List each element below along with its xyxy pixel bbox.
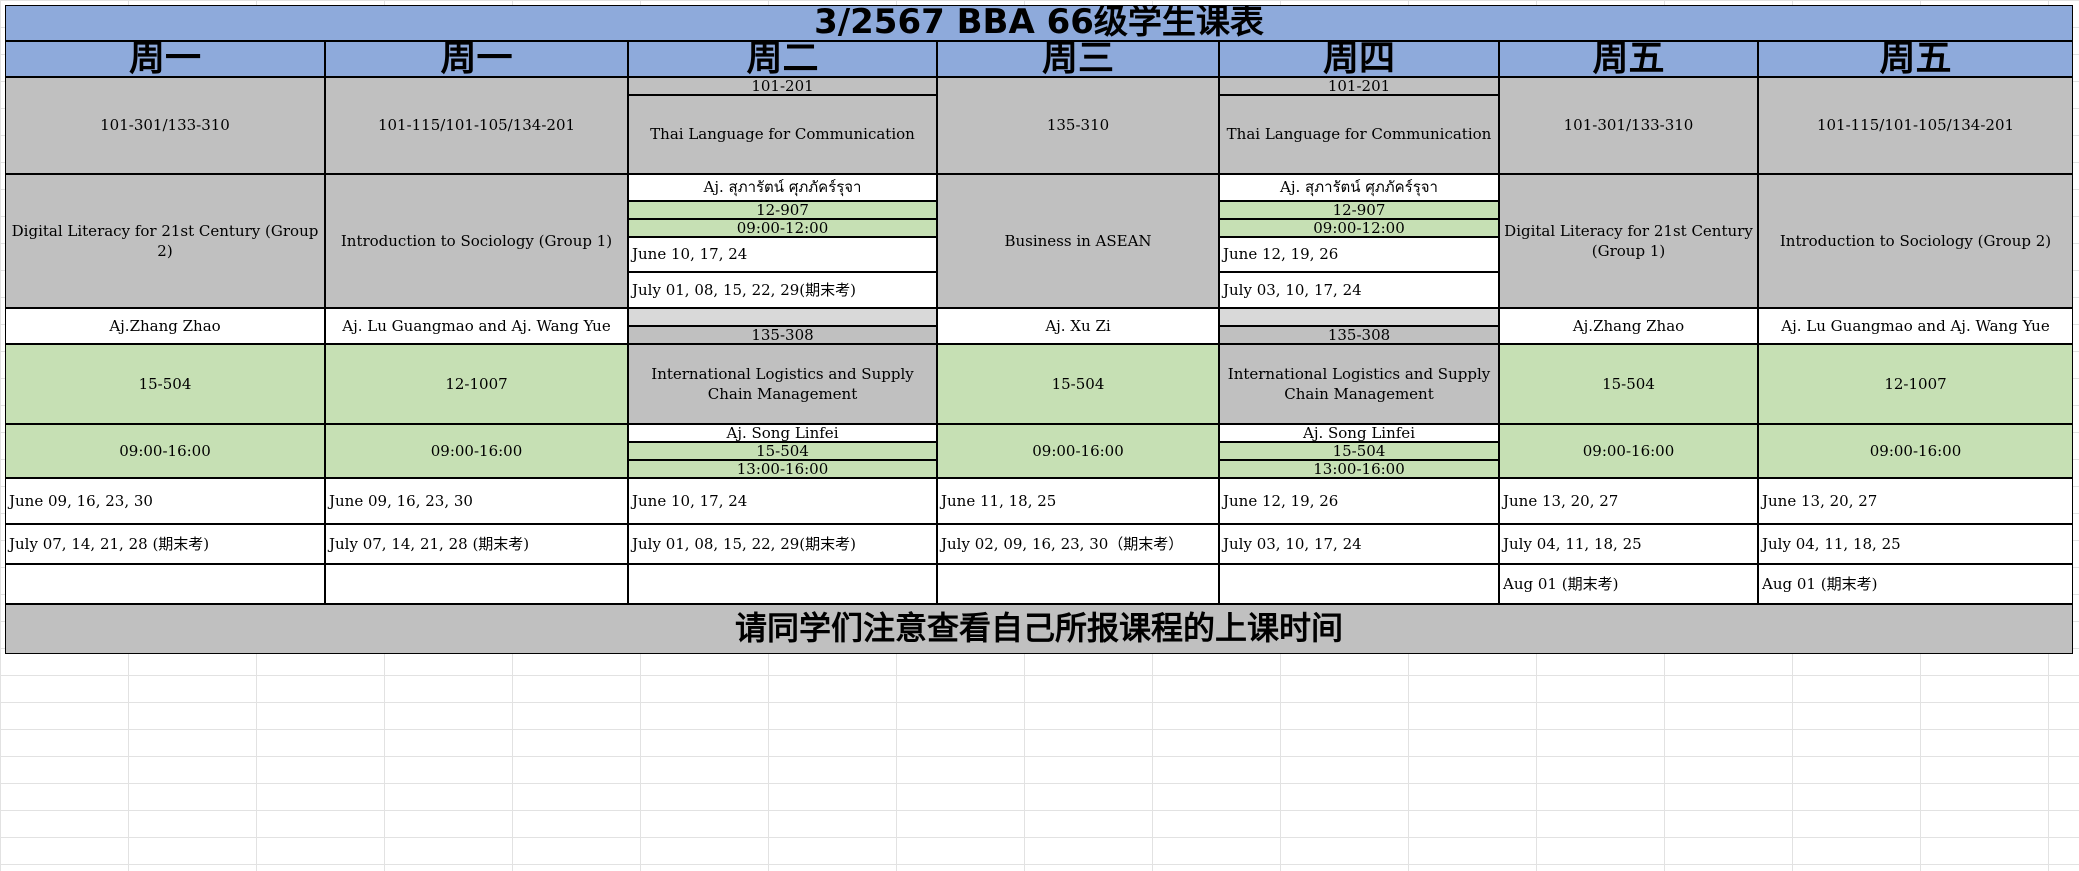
col6-date2: July 04, 11, 18, 25 [1499,524,1758,564]
col2-date1: June 09, 16, 23, 30 [325,478,628,524]
day-header-thu: 周四 [1219,41,1499,77]
col1-room: 101-301/133-310 [5,77,325,174]
schedule-title: 3/2567 BBA 66级学生课表 [5,5,2073,41]
col5-date1: June 12, 19, 26 [1219,478,1499,524]
col5-dates1a: June 12, 19, 26 [1219,237,1499,272]
col1-course: Digital Literacy for 21st Century (Group… [5,174,325,308]
footer-note: 请同学们注意查看自己所报课程的上课时间 [5,604,2073,654]
col7-date1: June 13, 20, 27 [1758,478,2073,524]
col5-blank [1219,308,1499,326]
col2-room2: 12-1007 [325,344,628,424]
col3-time1: 09:00-12:00 [628,219,937,237]
day-header-tue: 周二 [628,41,937,77]
col3-course2: International Logistics and Supply Chain… [628,344,937,424]
col4-room2: 15-504 [937,344,1219,424]
day-header-wed: 周三 [937,41,1219,77]
col3-time2: 13:00-16:00 [628,460,937,478]
col6-course: Digital Literacy for 21st Century (Group… [1499,174,1758,308]
col3-empty [628,564,937,604]
col2-room: 101-115/101-105/134-201 [325,77,628,174]
col3-blank [628,308,937,326]
col3-course1: Thai Language for Communication [628,95,937,174]
col5-dates1b: July 03, 10, 17, 24 [1219,272,1499,308]
col6-time: 09:00-16:00 [1499,424,1758,478]
col3-teacher2: Aj. Song Linfei [628,424,937,442]
col7-date2: July 04, 11, 18, 25 [1758,524,2073,564]
col5-room2: 15-504 [1219,442,1499,460]
day-header-fri-1: 周五 [1499,41,1758,77]
col2-teacher: Aj. Lu Guangmao and Aj. Wang Yue [325,308,628,344]
col5-time1: 09:00-12:00 [1219,219,1499,237]
col2-empty [325,564,628,604]
day-header-mon-2: 周一 [325,41,628,77]
col2-course: Introduction to Sociology (Group 1) [325,174,628,308]
col6-date1: June 13, 20, 27 [1499,478,1758,524]
col4-empty [937,564,1219,604]
col1-date2: July 07, 14, 21, 28 (期末考) [5,524,325,564]
col3-room2: 15-504 [628,442,937,460]
day-header-mon-1: 周一 [5,41,325,77]
col5-empty [1219,564,1499,604]
col5-teacher2: Aj. Song Linfei [1219,424,1499,442]
col2-time: 09:00-16:00 [325,424,628,478]
col7-course: Introduction to Sociology (Group 2) [1758,174,2073,308]
col3-teacher1: Aj. สุภารัตน์ ศุภภัคร์รุจา [628,174,937,201]
col4-time: 09:00-16:00 [937,424,1219,478]
col6-room2: 15-504 [1499,344,1758,424]
col7-date3: Aug 01 (期末考) [1758,564,2073,604]
col7-time: 09:00-16:00 [1758,424,2073,478]
col5-room-mid: 135-308 [1219,326,1499,344]
col6-teacher: Aj.Zhang Zhao [1499,308,1758,344]
col3-room-mid: 135-308 [628,326,937,344]
col7-teacher: Aj. Lu Guangmao and Aj. Wang Yue [1758,308,2073,344]
col3-date2: July 01, 08, 15, 22, 29(期末考) [628,524,937,564]
col7-room: 101-115/101-105/134-201 [1758,77,2073,174]
col4-course: Business in ASEAN [937,174,1219,308]
col6-date3: Aug 01 (期末考) [1499,564,1758,604]
col4-teacher: Aj. Xu Zi [937,308,1219,344]
col5-date2: July 03, 10, 17, 24 [1219,524,1499,564]
col3-dates1b: July 01, 08, 15, 22, 29(期末考) [628,272,937,308]
col4-room: 135-310 [937,77,1219,174]
col5-course1: Thai Language for Communication [1219,95,1499,174]
col5-room-top: 101-201 [1219,77,1499,95]
col7-room2: 12-1007 [1758,344,2073,424]
day-header-fri-2: 周五 [1758,41,2073,77]
col6-room: 101-301/133-310 [1499,77,1758,174]
col5-time2: 13:00-16:00 [1219,460,1499,478]
col1-time: 09:00-16:00 [5,424,325,478]
col3-date1: June 10, 17, 24 [628,478,937,524]
col5-teacher1: Aj. สุภารัตน์ ศุภภัคร์รุจา [1219,174,1499,201]
col1-empty [5,564,325,604]
col3-dates1a: June 10, 17, 24 [628,237,937,272]
col2-date2: July 07, 14, 21, 28 (期末考) [325,524,628,564]
col5-course2: International Logistics and Supply Chain… [1219,344,1499,424]
col3-room-top: 101-201 [628,77,937,95]
col1-date1: June 09, 16, 23, 30 [5,478,325,524]
schedule-table: 3/2567 BBA 66级学生课表 周一 周一 周二 周三 周四 周五 周五 … [5,5,2073,867]
col4-date2: July 02, 09, 16, 23, 30（期末考） [937,524,1219,564]
col4-date1: June 11, 18, 25 [937,478,1219,524]
col5-room1: 12-907 [1219,201,1499,219]
col1-room2: 15-504 [5,344,325,424]
col3-room1: 12-907 [628,201,937,219]
col1-teacher: Aj.Zhang Zhao [5,308,325,344]
